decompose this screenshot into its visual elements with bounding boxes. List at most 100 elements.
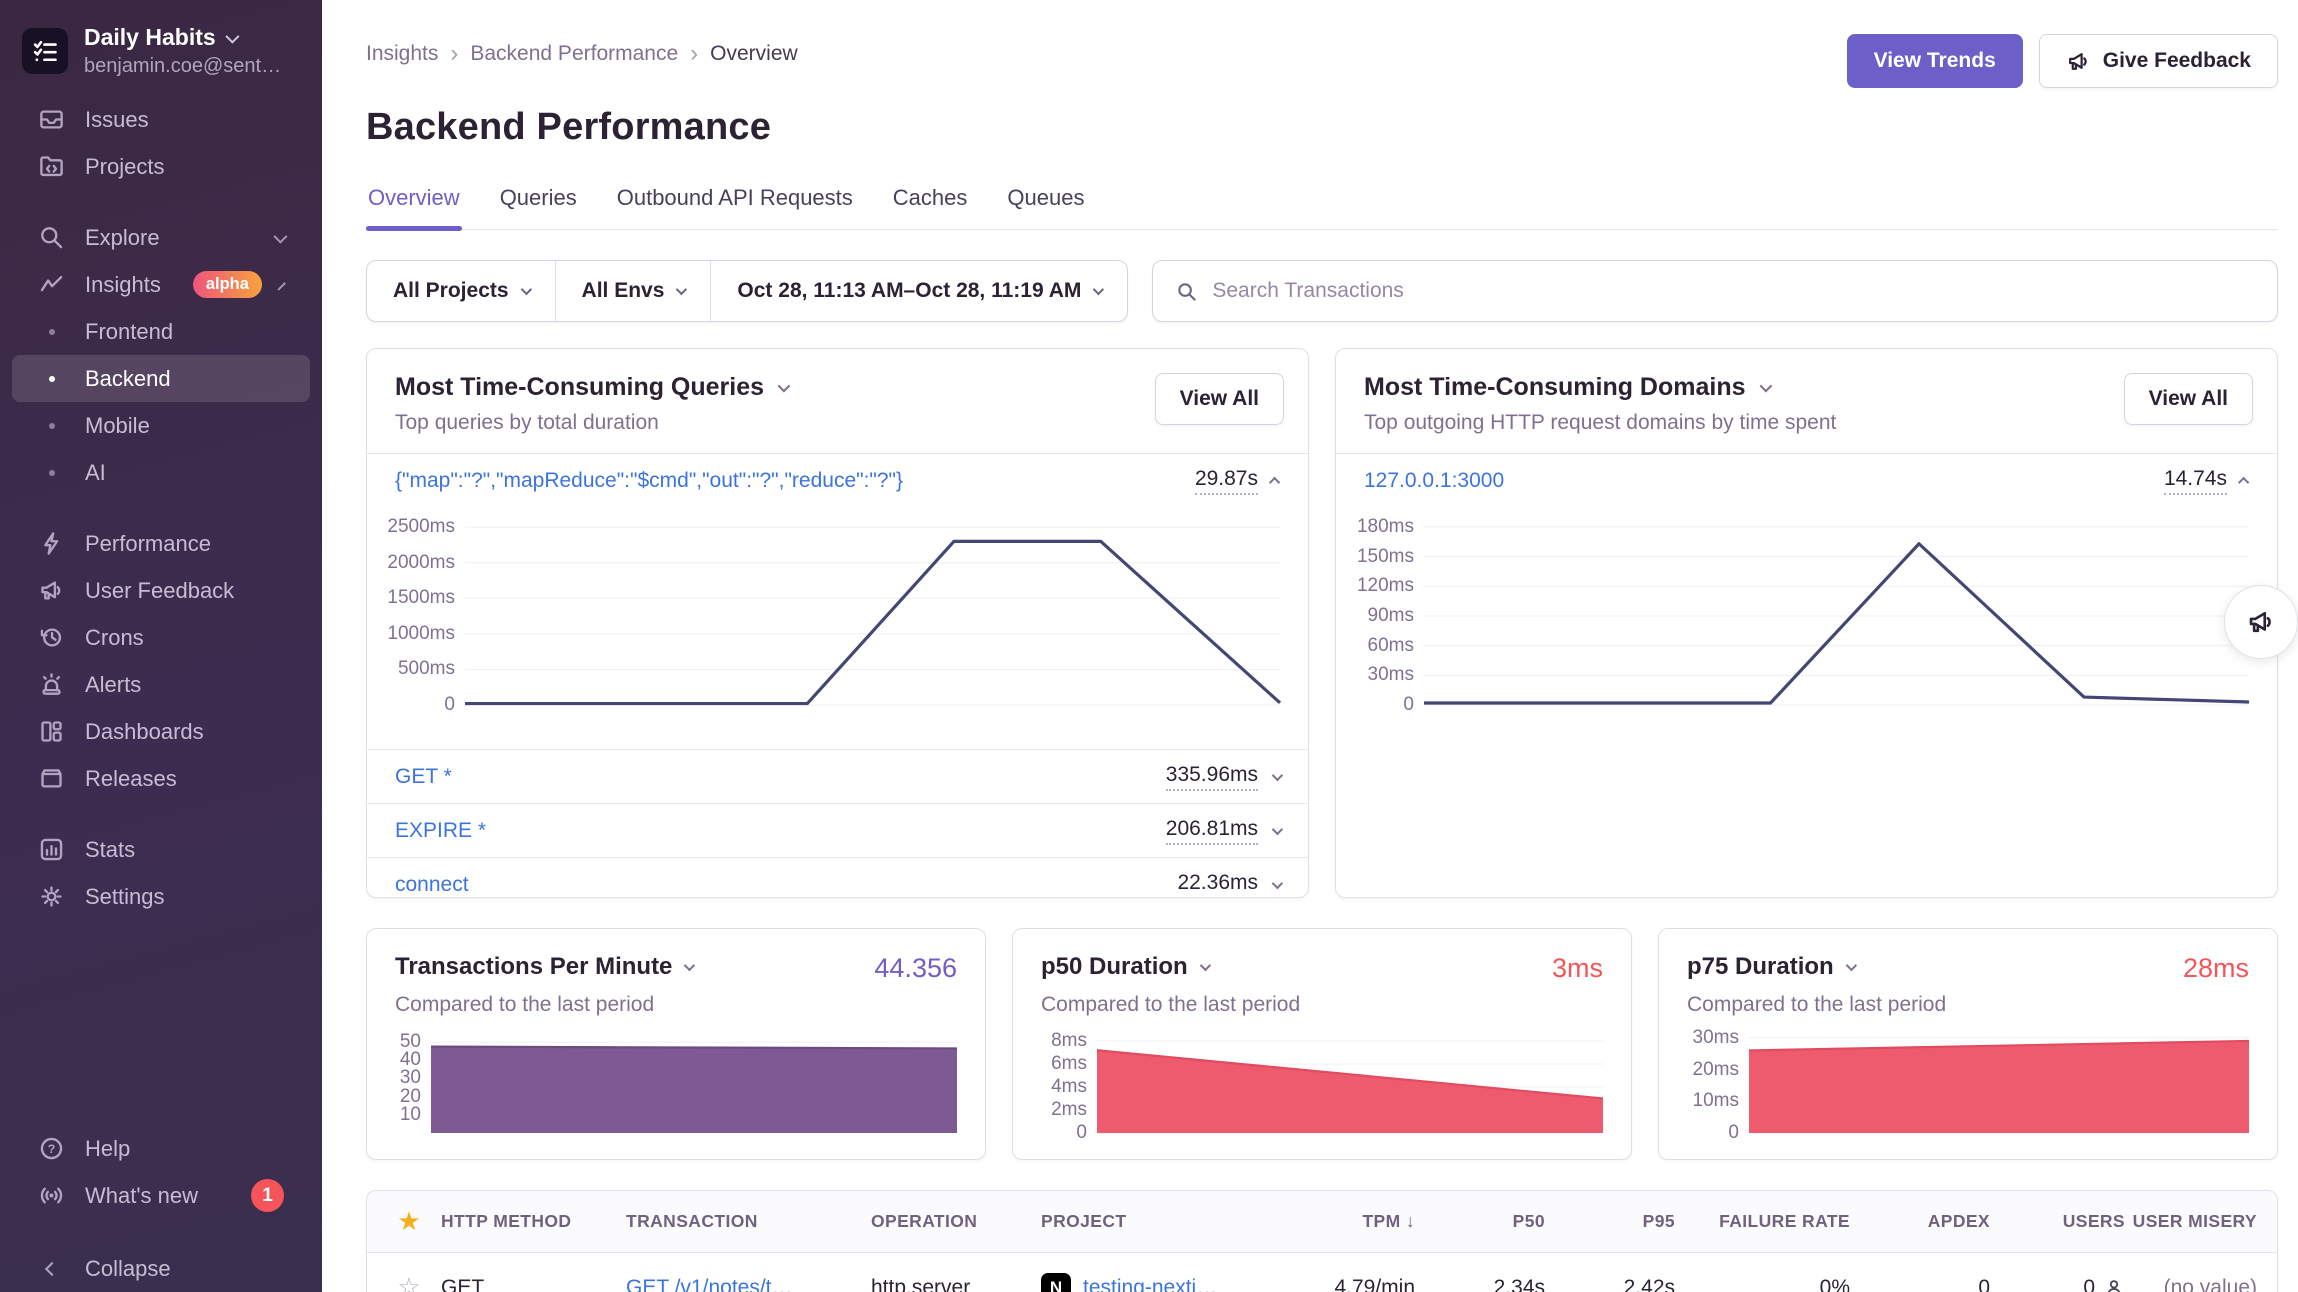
sidebar-collapse-button[interactable]: Collapse bbox=[12, 1245, 310, 1292]
p75-title-dropdown[interactable]: p75 Duration bbox=[1687, 953, 1854, 981]
sidebar-item-issues[interactable]: Issues bbox=[12, 96, 310, 143]
sidebar-item-projects[interactable]: Projects bbox=[12, 143, 310, 190]
sidebar-item-help[interactable]: ? Help bbox=[12, 1125, 310, 1172]
chevron-left-icon bbox=[38, 1255, 65, 1282]
domain-duration-toggle[interactable]: 14.74s bbox=[2164, 467, 2249, 495]
column-header-apdex[interactable]: APDEX bbox=[1856, 1211, 1996, 1232]
project-link[interactable]: testing-nextj… bbox=[1083, 1276, 1217, 1292]
tab-caches[interactable]: Caches bbox=[891, 185, 970, 229]
chevron-down-icon bbox=[778, 380, 791, 393]
column-header-p95[interactable]: P95 bbox=[1551, 1211, 1681, 1232]
chevron-up-icon bbox=[1269, 477, 1280, 488]
feedback-fab[interactable] bbox=[2224, 585, 2298, 659]
sidebar-item-alerts[interactable]: Alerts bbox=[12, 661, 310, 708]
query-row-expanded: {"map":"?","mapReduce":"$cmd","out":"?",… bbox=[367, 454, 1308, 508]
sidebar-item-crons[interactable]: Crons bbox=[12, 614, 310, 661]
p50-title-dropdown[interactable]: p50 Duration bbox=[1041, 953, 1208, 981]
project-filter-label: All Projects bbox=[393, 279, 509, 303]
chevron-down-icon bbox=[225, 29, 239, 43]
tab-queries[interactable]: Queries bbox=[498, 185, 579, 229]
column-header-operation[interactable]: OPERATION bbox=[871, 1211, 1041, 1232]
star-icon[interactable]: ★ bbox=[377, 1206, 441, 1237]
sidebar-footer: ? Help What's new 1 Co bbox=[0, 1125, 322, 1292]
top-actions: View Trends Give Feedback bbox=[1847, 34, 2278, 88]
column-header-user-misery[interactable]: USER MISERY bbox=[2131, 1211, 2263, 1232]
query-duration-toggle[interactable]: 29.87s bbox=[1195, 467, 1280, 495]
tab-overview[interactable]: Overview bbox=[366, 185, 462, 229]
search-transactions-input[interactable] bbox=[1212, 279, 2255, 303]
sidebar-item-label: Mobile bbox=[85, 413, 150, 439]
sidebar-item-whats-new[interactable]: What's new 1 bbox=[12, 1172, 310, 1219]
star-icon[interactable]: ☆ bbox=[377, 1272, 441, 1292]
view-trends-label: View Trends bbox=[1874, 49, 1996, 73]
date-range-label: Oct 28, 11:13 AM–Oct 28, 11:19 AM bbox=[737, 279, 1081, 303]
most-time-consuming-queries-panel: Most Time-Consuming Queries Top queries … bbox=[366, 348, 1309, 898]
sidebar-item-ai[interactable]: AI bbox=[12, 449, 310, 496]
queries-view-all-button[interactable]: View All bbox=[1155, 373, 1284, 425]
sidebar-item-stats[interactable]: Stats bbox=[12, 826, 310, 873]
org-name: Daily Habits bbox=[84, 24, 216, 51]
topbar: Insights › Backend Performance › Overvie… bbox=[366, 34, 2278, 88]
nextjs-logo-icon: N bbox=[1041, 1273, 1071, 1292]
sidebar-item-settings[interactable]: Settings bbox=[12, 873, 310, 920]
breadcrumb-insights[interactable]: Insights bbox=[366, 42, 438, 66]
chevron-down-icon bbox=[520, 284, 531, 295]
chevron-down-icon bbox=[1272, 877, 1283, 888]
sidebar-item-label: Insights bbox=[85, 272, 161, 298]
panels-row: Most Time-Consuming Queries Top queries … bbox=[366, 348, 2278, 898]
transaction-link[interactable]: GET /v1/notes/t… bbox=[626, 1276, 871, 1292]
broadcast-icon bbox=[38, 1182, 65, 1209]
date-range-dropdown[interactable]: Oct 28, 11:13 AM–Oct 28, 11:19 AM bbox=[710, 261, 1127, 321]
transactions-per-minute-card: Transactions Per Minute 44.356 Compared … bbox=[366, 928, 986, 1160]
column-header-p50[interactable]: P50 bbox=[1421, 1211, 1551, 1232]
query-duration-toggle[interactable]: 22.36ms bbox=[1177, 871, 1280, 899]
tpm-title-dropdown[interactable]: Transactions Per Minute bbox=[395, 953, 692, 981]
sidebar-item-explore[interactable]: Explore bbox=[12, 214, 310, 261]
sidebar-item-releases[interactable]: Releases bbox=[12, 755, 310, 802]
environment-filter-dropdown[interactable]: All Envs bbox=[555, 261, 711, 321]
sidebar-item-dashboards[interactable]: Dashboards bbox=[12, 708, 310, 755]
sidebar-item-frontend[interactable]: Frontend bbox=[12, 308, 310, 355]
domains-view-all-button[interactable]: View All bbox=[2124, 373, 2253, 425]
give-feedback-button[interactable]: Give Feedback bbox=[2039, 34, 2278, 88]
queries-panel-header: Most Time-Consuming Queries Top queries … bbox=[367, 349, 1308, 454]
column-header-failure-rate[interactable]: FAILURE RATE bbox=[1681, 1211, 1856, 1232]
queries-panel-title-dropdown[interactable]: Most Time-Consuming Queries bbox=[395, 373, 1280, 402]
query-duration-toggle[interactable]: 206.81ms bbox=[1166, 817, 1280, 845]
sidebar-item-label: Frontend bbox=[85, 319, 173, 345]
sidebar-item-performance[interactable]: Performance bbox=[12, 520, 310, 567]
alpha-badge: alpha bbox=[193, 271, 262, 298]
query-duration-toggle[interactable]: 335.96ms bbox=[1166, 763, 1280, 791]
column-header-transaction[interactable]: TRANSACTION bbox=[626, 1211, 871, 1232]
bullet-icon bbox=[38, 412, 65, 439]
project-filter-dropdown[interactable]: All Projects bbox=[367, 261, 555, 321]
sidebar-item-user-feedback[interactable]: User Feedback bbox=[12, 567, 310, 614]
chevron-down-icon bbox=[1093, 284, 1104, 295]
sidebar-item-insights[interactable]: Insights alpha bbox=[12, 261, 310, 308]
org-switcher[interactable]: Daily Habits benjamin.coe@sent… bbox=[0, 20, 322, 88]
column-header-project[interactable]: PROJECT bbox=[1041, 1211, 1271, 1232]
sidebar-item-mobile[interactable]: Mobile bbox=[12, 402, 310, 449]
sidebar-item-backend[interactable]: Backend bbox=[12, 355, 310, 402]
query-link[interactable]: EXPIRE * bbox=[395, 819, 486, 843]
query-link[interactable]: GET * bbox=[395, 765, 452, 789]
domain-link[interactable]: 127.0.0.1:3000 bbox=[1364, 469, 1504, 493]
view-trends-button[interactable]: View Trends bbox=[1847, 34, 2023, 88]
explore-search-icon bbox=[38, 224, 65, 251]
sidebar-item-label: User Feedback bbox=[85, 578, 234, 604]
tab-outbound-api-requests[interactable]: Outbound API Requests bbox=[615, 185, 855, 229]
tab-queues[interactable]: Queues bbox=[1005, 185, 1086, 229]
tpm-value: 44.356 bbox=[874, 953, 957, 984]
tab-bar: Overview Queries Outbound API Requests C… bbox=[366, 185, 2278, 230]
query-link[interactable]: {"map":"?","mapReduce":"$cmd","out":"?",… bbox=[395, 469, 903, 493]
domains-panel-title-dropdown[interactable]: Most Time-Consuming Domains bbox=[1364, 373, 2249, 402]
chevron-down-icon bbox=[1759, 380, 1772, 393]
column-header-tpm-sorted[interactable]: TPM ↓ bbox=[1271, 1211, 1421, 1232]
breadcrumb-backend-performance[interactable]: Backend Performance bbox=[470, 42, 678, 66]
column-header-http-method[interactable]: HTTP METHOD bbox=[441, 1211, 626, 1232]
main-content: Insights › Backend Performance › Overvie… bbox=[322, 0, 2298, 1292]
query-link[interactable]: connect bbox=[395, 873, 469, 897]
sidebar-item-label: Dashboards bbox=[85, 719, 204, 745]
org-avatar bbox=[22, 28, 68, 74]
column-header-users[interactable]: USERS bbox=[1996, 1211, 2131, 1232]
